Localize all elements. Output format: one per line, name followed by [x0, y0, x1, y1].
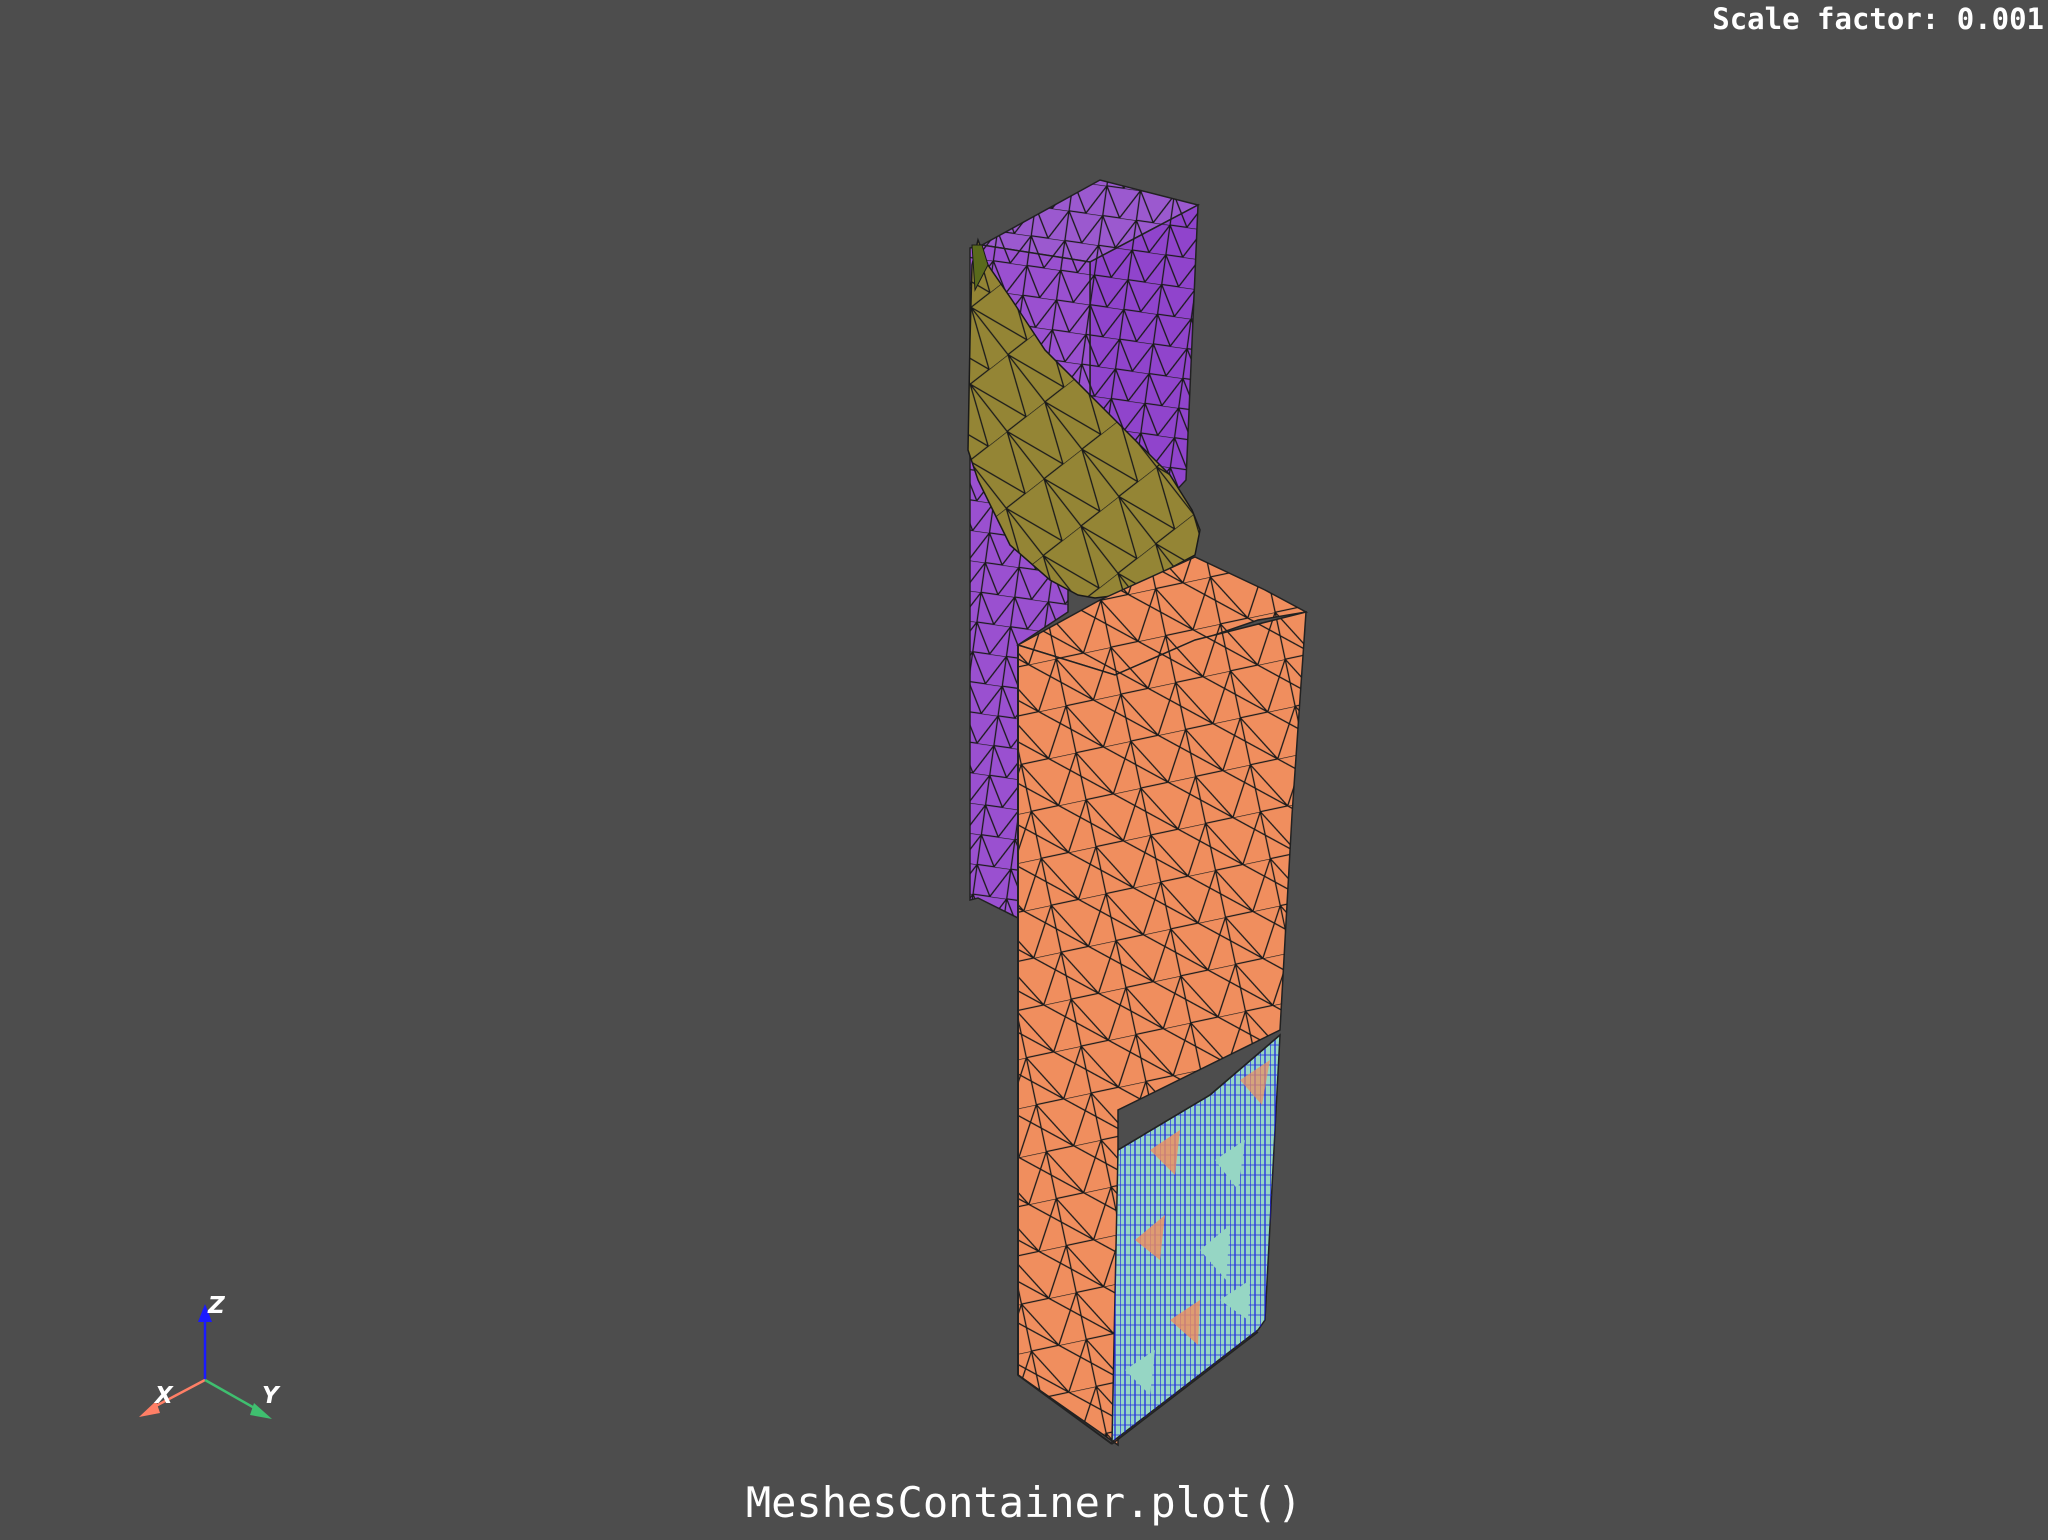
axes-orientation-widget: Z X Y — [139, 1293, 281, 1419]
plot-title: MeshesContainer.plot() — [745, 1478, 1303, 1527]
y-axis-line — [204, 1378, 259, 1412]
scale-factor-label: Scale factor: 0.001 — [1712, 2, 2044, 36]
3d-render-viewport[interactable]: Z X Y Scale factor: 0.001 MeshesContaine… — [0, 0, 2048, 1536]
x-axis-label: X — [153, 1383, 174, 1409]
y-axis-label: Y — [262, 1383, 281, 1409]
z-axis-label: Z — [207, 1293, 226, 1319]
render-canvas[interactable]: Z X Y — [0, 0, 2048, 1536]
